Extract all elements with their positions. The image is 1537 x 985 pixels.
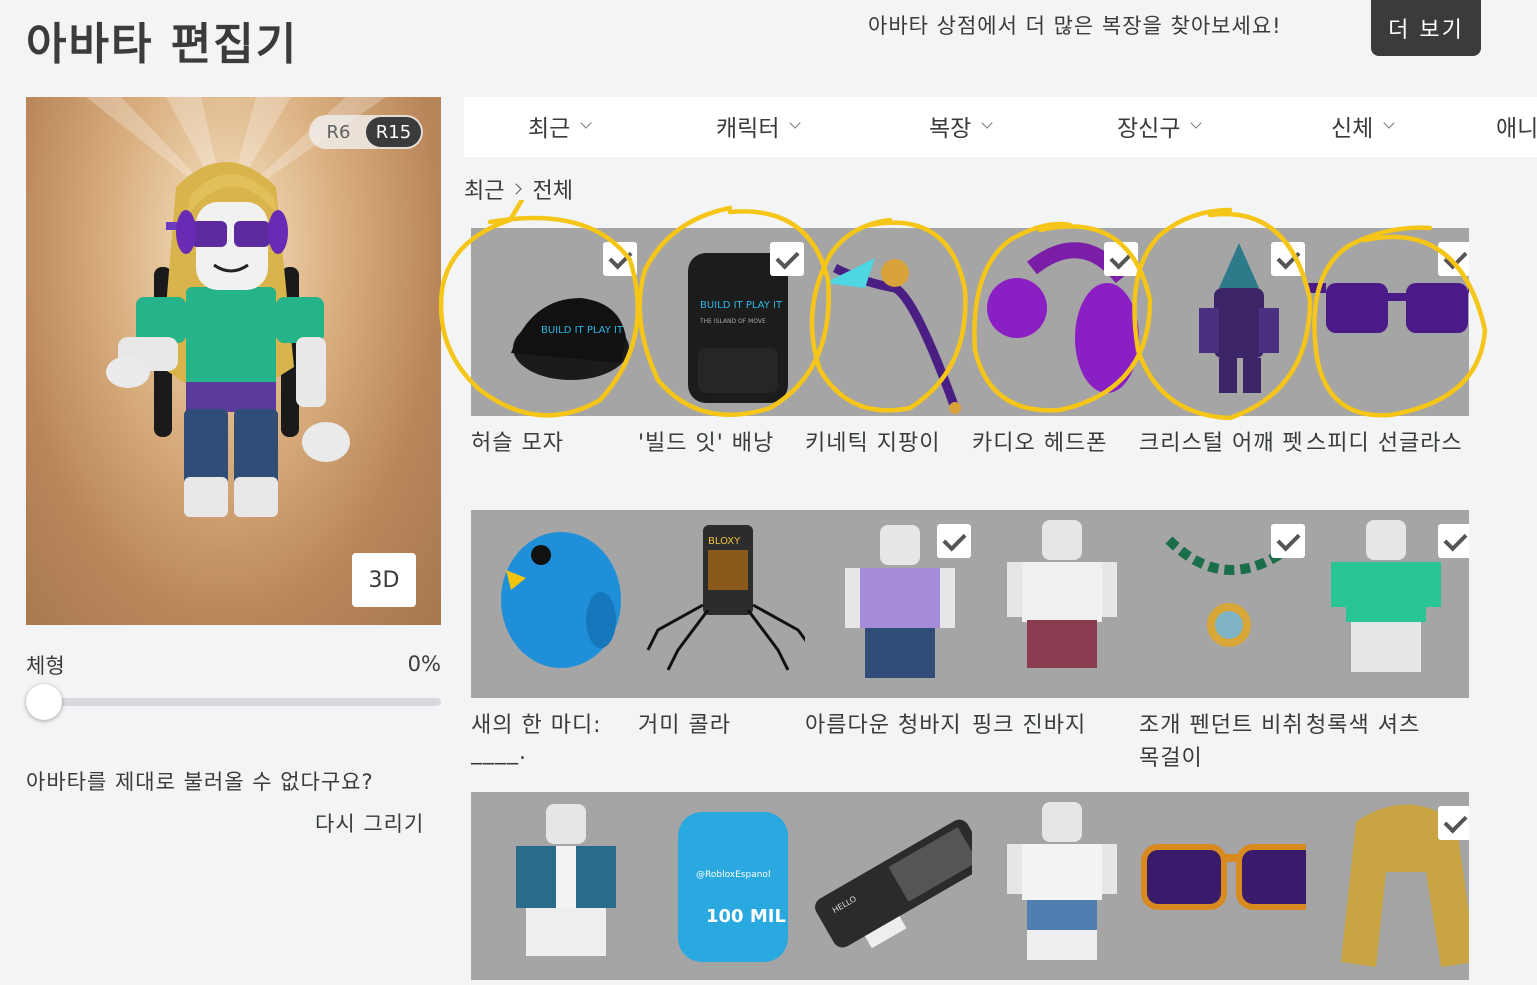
blue-backpack-icon: @RobloxEspanol 100 MIL bbox=[678, 812, 788, 962]
item-name[interactable]: 스피디 선글라스 bbox=[1306, 425, 1463, 457]
redraw-link[interactable]: 다시 그리기 bbox=[315, 808, 424, 838]
pink-pants-avatar-icon bbox=[1007, 520, 1117, 668]
tab-accessories[interactable]: 장신구 bbox=[1117, 109, 1203, 143]
item-name[interactable]: 키네틱 지팡이 bbox=[805, 425, 940, 457]
svg-text:100 MIL: 100 MIL bbox=[706, 906, 786, 927]
view-3d-button[interactable]: 3D bbox=[352, 553, 416, 607]
breadcrumb-current: 전체 bbox=[532, 179, 573, 204]
item-card[interactable]: @RobloxEspanol 100 MIL bbox=[638, 792, 826, 980]
item-name[interactable]: '빌드 잇' 배낭 bbox=[638, 425, 774, 457]
tab-characters[interactable]: 캐릭터 bbox=[716, 109, 802, 143]
item-name[interactable]: 핑크 진바지 bbox=[972, 707, 1086, 739]
orange-sunglasses-icon bbox=[1141, 844, 1322, 910]
svg-text:BUILD IT PLAY IT: BUILD IT PLAY IT bbox=[700, 300, 783, 311]
item-name[interactable]: 허슬 모자 bbox=[471, 425, 564, 457]
checkmark-icon[interactable] bbox=[937, 524, 971, 558]
body-type-row: 체형 0% bbox=[26, 650, 441, 680]
item-name[interactable]: 조개 펜던트 비취 bbox=[1139, 707, 1304, 739]
chevron-right-icon bbox=[510, 183, 523, 195]
chevron-down-icon bbox=[789, 117, 802, 129]
checkmark-icon[interactable] bbox=[603, 242, 637, 276]
item-card[interactable] bbox=[805, 228, 993, 416]
breadcrumb-root[interactable]: 최근 bbox=[464, 173, 504, 205]
chevron-down-icon bbox=[981, 117, 993, 129]
item-name-line2[interactable]: ____. bbox=[471, 740, 527, 765]
item-card[interactable]: HELLO bbox=[805, 792, 993, 980]
checkmark-icon[interactable] bbox=[1438, 242, 1469, 276]
checkmark-icon[interactable] bbox=[1271, 524, 1305, 558]
svg-text:@RobloxEspanol: @RobloxEspanol bbox=[696, 870, 770, 880]
staff-icon bbox=[825, 258, 961, 414]
item-card[interactable] bbox=[972, 228, 1160, 416]
shorts-avatar-icon bbox=[1007, 802, 1117, 960]
checkmark-icon[interactable] bbox=[770, 242, 804, 276]
body-type-value: 0% bbox=[407, 652, 441, 676]
svg-text:BUILD IT PLAY IT: BUILD IT PLAY IT bbox=[541, 325, 624, 336]
item-grid: BUILD IT PLAY IT 허슬 모자 BUILD IT PLAY IT THE… bbox=[471, 228, 1469, 985]
item-card[interactable] bbox=[1139, 792, 1327, 980]
item-card[interactable] bbox=[1306, 792, 1469, 980]
item-name[interactable]: 카디오 헤드폰 bbox=[972, 425, 1107, 457]
item-name[interactable]: 거미 콜라 bbox=[638, 707, 731, 739]
body-type-label: 체형 bbox=[26, 654, 65, 678]
item-name[interactable]: 새의 한 마디: bbox=[471, 707, 602, 739]
item-card[interactable] bbox=[471, 792, 659, 980]
checkmark-icon[interactable] bbox=[1438, 524, 1469, 558]
item-card[interactable]: BLOXY bbox=[638, 510, 826, 698]
item-card[interactable] bbox=[1306, 510, 1469, 698]
rig-toggle[interactable]: R6 R15 bbox=[309, 115, 423, 149]
tab-recent[interactable]: 최근 bbox=[528, 109, 592, 143]
svg-text:THE ISLAND OF MOVE: THE ISLAND OF MOVE bbox=[699, 318, 766, 325]
avatar-preview[interactable]: R6 R15 3D bbox=[26, 97, 441, 625]
item-card[interactable] bbox=[471, 510, 659, 698]
category-nav: 최근 캐릭터 복장 장신구 신체 애니 bbox=[464, 97, 1537, 157]
svg-text:BLOXY: BLOXY bbox=[708, 536, 741, 547]
denim-jacket-avatar-icon bbox=[516, 804, 616, 956]
avatar-figure bbox=[86, 97, 386, 517]
chevron-down-icon bbox=[1190, 117, 1203, 129]
chevron-down-icon bbox=[1383, 117, 1395, 129]
item-name[interactable]: 크리스털 어깨 펫 bbox=[1139, 425, 1304, 457]
item-name[interactable]: 청록색 셔츠 bbox=[1306, 707, 1420, 739]
item-card[interactable] bbox=[805, 510, 993, 698]
checkmark-icon[interactable] bbox=[1438, 806, 1469, 840]
breadcrumb: 최근 전체 bbox=[464, 173, 573, 205]
checkmark-icon[interactable] bbox=[1271, 242, 1305, 276]
tab-animations[interactable]: 애니 bbox=[1496, 109, 1537, 143]
body-type-slider-thumb[interactable] bbox=[26, 684, 62, 720]
keytar-icon: HELLO bbox=[815, 819, 987, 949]
item-name[interactable]: 아름다운 청바지 bbox=[805, 707, 962, 739]
item-card[interactable] bbox=[972, 792, 1160, 980]
more-button[interactable]: 더 보기 bbox=[1371, 0, 1481, 56]
item-card[interactable]: BUILD IT PLAY IT THE ISLAND OF MOVE bbox=[638, 228, 826, 416]
tab-clothing[interactable]: 복장 bbox=[929, 109, 993, 143]
tab-body[interactable]: 신체 bbox=[1331, 109, 1395, 143]
body-type-slider-track[interactable] bbox=[26, 698, 441, 706]
load-problem-text: 아바타를 제대로 불러올 수 없다구요? bbox=[26, 770, 374, 794]
promo-text: 아바타 상점에서 더 많은 복장을 찾아보세요! bbox=[868, 14, 1282, 38]
item-name-line2[interactable]: 목걸이 bbox=[1139, 740, 1203, 772]
item-card[interactable] bbox=[1139, 510, 1327, 698]
page-title: 아바타 편집기 bbox=[26, 19, 299, 70]
item-card[interactable]: BUILD IT PLAY IT bbox=[471, 228, 659, 416]
item-card[interactable] bbox=[1139, 228, 1327, 416]
spider-cola-icon: BLOXY bbox=[646, 525, 815, 671]
rig-r6-option[interactable]: R6 bbox=[311, 117, 366, 147]
bird-icon bbox=[501, 532, 621, 668]
item-card[interactable] bbox=[972, 510, 1160, 698]
item-card[interactable] bbox=[1306, 228, 1469, 416]
rig-r15-option[interactable]: R15 bbox=[366, 117, 421, 147]
chevron-down-icon bbox=[580, 117, 592, 129]
checkmark-icon[interactable] bbox=[1104, 242, 1138, 276]
